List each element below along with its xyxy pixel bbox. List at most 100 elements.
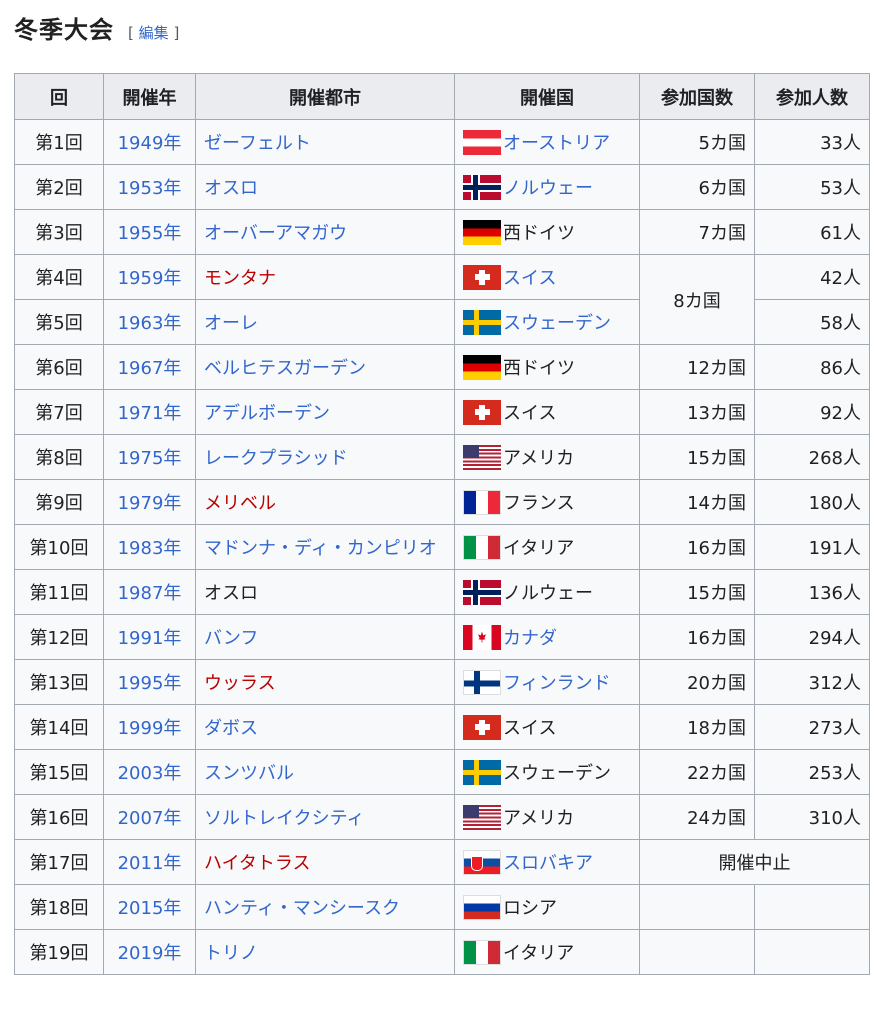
edition-cell: 第12回: [14, 614, 104, 660]
switzerland-flag-icon[interactable]: [463, 264, 501, 290]
city-cell: アデルボーデン: [195, 389, 455, 435]
year-link[interactable]: 1963年: [118, 313, 182, 334]
city-cell: ハンティ・マンシースク: [195, 884, 455, 930]
col-header-country[interactable]: 開催国: [454, 73, 640, 120]
city-link[interactable]: スンツバル: [204, 763, 294, 784]
table-row: 第1回 1949年 ゼーフェルト オーストリア 5カ国 33人: [14, 119, 870, 165]
city-link[interactable]: バンフ: [204, 628, 258, 649]
country-link[interactable]: スイス: [503, 264, 556, 290]
year-cell: 1967年: [103, 344, 196, 390]
city-link[interactable]: マドンナ・ディ・カンピリオ: [204, 538, 437, 559]
year-cell: 1975年: [103, 434, 196, 480]
nations-cell-merged: 8カ国: [639, 254, 755, 345]
finland-flag-icon[interactable]: [463, 669, 501, 695]
city-cell: ダボス: [195, 704, 455, 750]
year-link[interactable]: 1953年: [118, 178, 182, 199]
year-link[interactable]: 1995年: [118, 673, 182, 694]
city-redlink[interactable]: メリベル: [204, 493, 276, 514]
city-link[interactable]: トリノ: [204, 943, 258, 964]
col-header-nations[interactable]: 参加国数: [639, 73, 755, 120]
west-germany-flag-icon[interactable]: [463, 219, 501, 245]
city-link[interactable]: オスロ: [204, 178, 258, 199]
west-germany-flag-icon[interactable]: [463, 354, 501, 380]
year-link[interactable]: 1967年: [118, 358, 182, 379]
country-cell: フィンランド: [454, 659, 640, 705]
city-link[interactable]: ハンティ・マンシースク: [204, 898, 400, 919]
russia-flag-icon[interactable]: [463, 894, 501, 920]
city-link[interactable]: オーバーアマガウ: [204, 223, 347, 244]
year-link[interactable]: 2011年: [118, 853, 182, 874]
switzerland-flag-icon[interactable]: [463, 714, 501, 740]
year-link[interactable]: 1949年: [118, 133, 182, 154]
edit-link[interactable]: 編集: [139, 24, 169, 42]
country-link[interactable]: オーストリア: [503, 129, 610, 155]
nations-cell: 7カ国: [639, 209, 755, 255]
city-redlink[interactable]: ウッラス: [204, 673, 276, 694]
country-cell: イタリア: [454, 524, 640, 570]
country-link[interactable]: フィンランド: [503, 669, 611, 695]
country-cell: スイス: [454, 389, 640, 435]
switzerland-flag-icon[interactable]: [463, 399, 501, 425]
year-link[interactable]: 1983年: [118, 538, 182, 559]
city-link[interactable]: ダボス: [204, 718, 258, 739]
table-row: 第15回 2003年 スンツバル スウェーデン 22カ国 253人: [14, 749, 870, 795]
norway-flag-icon[interactable]: [463, 174, 501, 200]
city-link[interactable]: レークプラシッド: [204, 448, 348, 469]
city-link[interactable]: オーレ: [204, 313, 258, 334]
table-row: 第14回 1999年 ダボス スイス 18カ国 273人: [14, 704, 870, 750]
country-label: ノルウェー: [503, 583, 593, 604]
edition-cell: 第3回: [14, 209, 104, 255]
canada-flag-icon[interactable]: [463, 624, 501, 650]
country-link[interactable]: ノルウェー: [503, 174, 593, 200]
year-cell: 1959年: [103, 254, 196, 300]
year-link[interactable]: 1999年: [118, 718, 182, 739]
norway-flag-icon[interactable]: [463, 579, 501, 605]
city-link[interactable]: ゼーフェルト: [204, 133, 311, 154]
table-row: 第12回 1991年 バンフ カナダ 16カ国 294人: [14, 614, 870, 660]
year-link[interactable]: 1959年: [118, 268, 182, 289]
sweden-flag-icon[interactable]: [463, 759, 501, 785]
year-link[interactable]: 2019年: [118, 943, 182, 964]
italy-flag-icon[interactable]: [463, 534, 501, 560]
sweden-flag-icon[interactable]: [463, 309, 501, 335]
usa-flag-icon[interactable]: [463, 804, 501, 830]
city-link[interactable]: ソルトレイクシティ: [204, 808, 365, 829]
edition-cell: 第5回: [14, 299, 104, 345]
austria-flag-icon[interactable]: [463, 129, 501, 155]
edition-cell: 第10回: [14, 524, 104, 570]
country-label: フランス: [503, 493, 575, 514]
france-flag-icon[interactable]: [463, 489, 501, 515]
country-link[interactable]: スウェーデン: [503, 309, 611, 335]
year-link[interactable]: 1979年: [118, 493, 182, 514]
year-link[interactable]: 2015年: [118, 898, 182, 919]
year-cell: 1971年: [103, 389, 196, 435]
country-cell: オーストリア: [454, 119, 640, 165]
table-row: 第9回 1979年 メリベル フランス 14カ国 180人: [14, 479, 870, 525]
country-cell: スイス: [454, 704, 640, 750]
year-link[interactable]: 1991年: [118, 628, 182, 649]
year-link[interactable]: 1955年: [118, 223, 182, 244]
city-cell: オスロ: [195, 569, 455, 615]
italy-flag-icon[interactable]: [463, 939, 501, 965]
city-cell: バンフ: [195, 614, 455, 660]
usa-flag-icon[interactable]: [463, 444, 501, 470]
year-link[interactable]: 1987年: [118, 583, 182, 604]
city-redlink[interactable]: モンタナ: [204, 268, 276, 289]
slovakia-flag-icon[interactable]: [463, 849, 501, 875]
city-redlink[interactable]: ハイタトラス: [204, 853, 311, 874]
country-cell: 西ドイツ: [454, 209, 640, 255]
col-header-athletes[interactable]: 参加人数: [754, 73, 870, 120]
country-link[interactable]: スロバキア: [503, 849, 593, 875]
year-link[interactable]: 1971年: [118, 403, 182, 424]
city-link[interactable]: アデルボーデン: [204, 403, 330, 424]
col-header-year[interactable]: 開催年: [103, 73, 196, 120]
country-link[interactable]: カナダ: [503, 624, 557, 650]
col-header-city[interactable]: 開催都市: [195, 73, 455, 120]
athletes-cell-empty: [754, 884, 870, 930]
year-link[interactable]: 2003年: [118, 763, 182, 784]
year-link[interactable]: 1975年: [118, 448, 182, 469]
edition-cell: 第4回: [14, 254, 104, 300]
city-link[interactable]: ベルヒテスガーデン: [204, 358, 366, 379]
year-link[interactable]: 2007年: [118, 808, 182, 829]
col-header-edition[interactable]: 回: [14, 73, 104, 120]
